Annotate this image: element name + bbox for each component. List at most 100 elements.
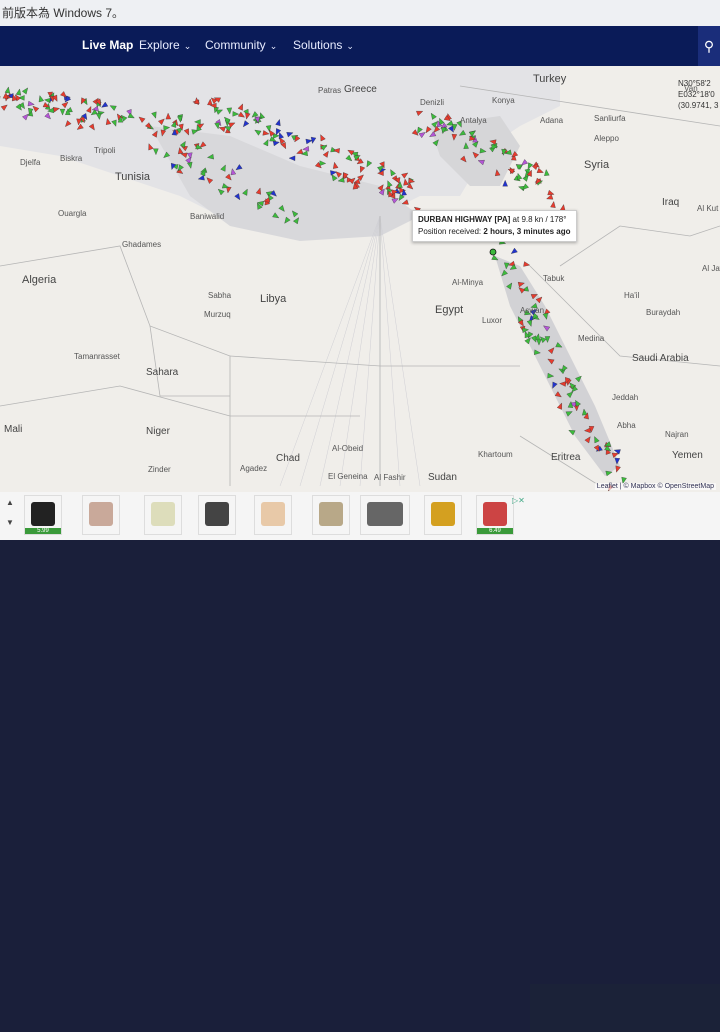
city-label: Konya xyxy=(492,96,515,105)
city-label: Antalya xyxy=(460,116,487,125)
label-turkey: Turkey xyxy=(533,73,567,85)
ad-item-1[interactable]: 5.99 xyxy=(24,495,62,535)
city-label: Djelfa xyxy=(20,158,41,167)
city-label: Medina xyxy=(578,334,605,343)
city-label: Sabha xyxy=(208,291,232,300)
city-label: Agadez xyxy=(240,464,268,473)
browser-strip: 前版本為 Windows 7。 xyxy=(0,0,720,26)
ad-item-8[interactable] xyxy=(424,495,462,535)
ad-item-4[interactable] xyxy=(198,495,236,535)
coord-lat: N30°58'2 xyxy=(678,79,711,88)
vessel-tooltip: DURBAN HIGHWAY [PA] at 9.8 kn / 178° Pos… xyxy=(412,210,577,242)
scroll-down-icon[interactable]: ▼ xyxy=(6,518,14,527)
ad-product-icon xyxy=(89,502,113,526)
vessel-speed: at 9.8 kn / 178° xyxy=(512,215,567,224)
ad-item-3[interactable] xyxy=(144,495,182,535)
chevron-down-icon: ⌄ xyxy=(346,41,354,51)
city-label: Khartoum xyxy=(478,450,513,459)
coord-lon: E032°18'0 xyxy=(678,90,715,99)
ad-product-icon xyxy=(431,502,455,526)
ad-product-icon xyxy=(151,502,175,526)
city-label: Ouargla xyxy=(58,209,87,218)
nav-explore[interactable]: Explore ⌄ xyxy=(139,38,191,52)
city-label: Adana xyxy=(540,116,564,125)
ad-price: 5.99 xyxy=(25,528,61,534)
ship-marker[interactable] xyxy=(546,194,554,202)
city-label: Tripoli xyxy=(94,146,116,155)
ad-bar: ▲ ▼ 5.99 6.49 xyxy=(0,492,720,1032)
position-label: Position received: xyxy=(418,227,482,236)
nav-solutions[interactable]: Solutions ⌄ xyxy=(293,38,354,52)
position-value: 2 hours, 3 minutes ago xyxy=(483,227,571,236)
label-niger: Niger xyxy=(146,426,170,437)
city-label: Al Fashir xyxy=(374,473,406,482)
city-label: Ha'il xyxy=(624,291,640,300)
search-icon: ⚲ xyxy=(703,38,715,54)
ad-product-icon xyxy=(205,502,229,526)
city-label: Najran xyxy=(665,430,689,439)
ad-item-7[interactable] xyxy=(360,495,410,535)
label-egypt: Egypt xyxy=(435,304,464,316)
city-label: El Geneina xyxy=(328,472,368,481)
label-sudan: Sudan xyxy=(428,472,457,483)
city-label: Patras xyxy=(318,86,342,95)
ad-item-5[interactable] xyxy=(254,495,292,535)
city-label: Ghadames xyxy=(122,240,162,249)
ship-marker[interactable] xyxy=(544,169,550,176)
ship-marker[interactable] xyxy=(550,201,556,208)
browser-strip-text: 前版本為 Windows 7。 xyxy=(2,6,125,20)
label-sahara: Sahara xyxy=(146,367,179,378)
city-label: Tabuk xyxy=(543,274,565,283)
city-label: Al-Obeid xyxy=(332,444,364,453)
label-greece: Greece xyxy=(344,84,377,95)
ad-item-6[interactable] xyxy=(312,495,350,535)
ship-marker[interactable] xyxy=(510,247,518,256)
search-button[interactable]: ⚲ xyxy=(698,26,720,66)
nav-live-map[interactable]: Live Map xyxy=(82,38,133,52)
city-label: Jeddah xyxy=(612,393,639,402)
city-label: Al-Minya xyxy=(452,278,484,287)
city-label: Sanliurfa xyxy=(594,114,626,123)
city-label: Biskra xyxy=(60,154,83,163)
city-label: Abha xyxy=(617,421,636,430)
city-label: Tamanrasset xyxy=(74,352,120,361)
top-navbar: Live Map Explore ⌄ Community ⌄ Solutions ⌄ xyxy=(0,26,720,66)
city-label: Buraydah xyxy=(646,308,681,317)
map-canvas xyxy=(0,66,720,492)
cursor-coordinates: N30°58'2 E032°18'0 (30.9741, 3 xyxy=(678,78,718,111)
city-label: Aswan xyxy=(520,306,545,315)
ad-product-icon xyxy=(483,502,507,526)
label-libya: Libya xyxy=(260,293,287,305)
city-label: Luxor xyxy=(482,316,503,325)
vessel-name: DURBAN HIGHWAY [PA] xyxy=(418,215,511,224)
close-icon[interactable]: ▷✕ xyxy=(512,496,525,505)
label-tunisia: Tunisia xyxy=(115,171,151,183)
label-chad: Chad xyxy=(276,453,300,464)
label-algeria: Algeria xyxy=(22,274,57,286)
label-saudi-arabia: Saudi Arabia xyxy=(632,353,689,364)
city-label: Aleppo xyxy=(594,134,619,143)
ad-item-2[interactable] xyxy=(82,495,120,535)
ad-item-9[interactable]: 6.49 xyxy=(476,495,514,535)
label-eritrea: Eritrea xyxy=(551,452,581,463)
city-label: Baniwalid xyxy=(190,212,225,221)
selected-vessel-marker[interactable] xyxy=(489,248,497,256)
map-attribution[interactable]: Leaflet | © Mapbox © OpenStreetMap xyxy=(594,483,716,490)
ship-marker[interactable] xyxy=(536,167,544,175)
city-label: Denizli xyxy=(420,98,445,107)
label-yemen: Yemen xyxy=(672,450,703,461)
label-iraq: Iraq xyxy=(662,197,680,208)
ad-product-icon xyxy=(261,502,285,526)
ship-marker[interactable] xyxy=(502,179,508,187)
city-label: Zinder xyxy=(148,465,171,474)
ad-price: 6.49 xyxy=(477,528,513,534)
chevron-down-icon: ⌄ xyxy=(183,41,192,51)
city-label: Al Jawf xyxy=(702,264,720,273)
taskbar-area xyxy=(530,984,720,1032)
live-map[interactable]: Turkey Greece Syria Iraq Tunisia Algeria… xyxy=(0,66,720,492)
scroll-up-icon[interactable]: ▲ xyxy=(6,498,14,507)
ship-marker[interactable] xyxy=(523,261,531,268)
nav-community[interactable]: Community ⌄ xyxy=(205,38,277,52)
coord-decimal: (30.9741, 3 xyxy=(678,101,719,110)
city-label: Murzuq xyxy=(204,310,231,319)
